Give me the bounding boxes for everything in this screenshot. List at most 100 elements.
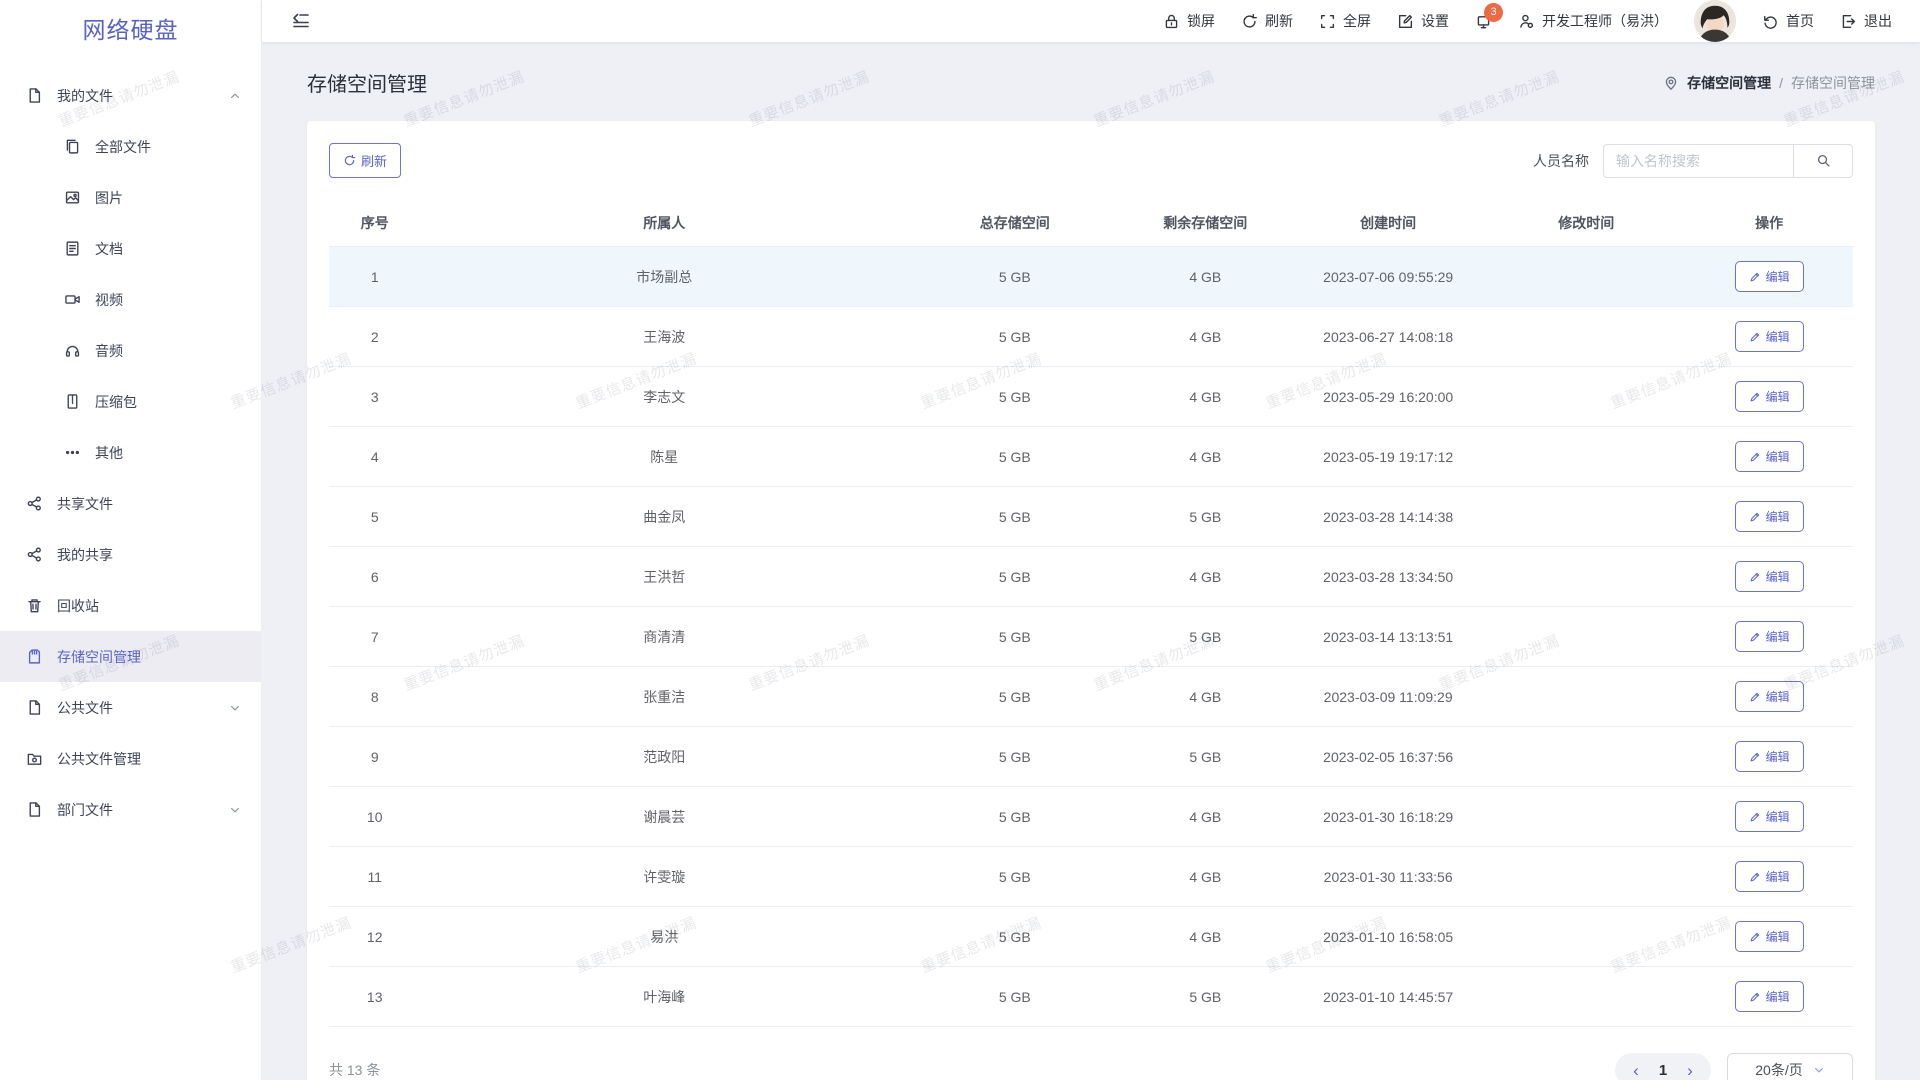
cell-owner: 张重洁 bbox=[420, 667, 908, 727]
edit-button[interactable]: 编辑 bbox=[1735, 321, 1804, 352]
fullscreen-icon bbox=[1319, 13, 1336, 30]
pager: ‹ 1 › bbox=[1615, 1053, 1711, 1080]
cell-created: 2023-06-27 14:08:18 bbox=[1289, 307, 1487, 367]
edit-button[interactable]: 编辑 bbox=[1735, 681, 1804, 712]
sidebar-item-archives[interactable]: 压缩包 bbox=[0, 376, 261, 427]
page-title: 存储空间管理 bbox=[307, 68, 427, 97]
edit-button[interactable]: 编辑 bbox=[1735, 801, 1804, 832]
cell-index: 12 bbox=[329, 907, 420, 967]
image-icon bbox=[64, 189, 81, 206]
breadcrumb-separator: / bbox=[1779, 75, 1783, 91]
notification-button[interactable]: 3 bbox=[1475, 13, 1492, 30]
cell-owner: 易洪 bbox=[420, 907, 908, 967]
cell-actions: 编辑 bbox=[1685, 547, 1853, 607]
pencil-icon bbox=[1749, 991, 1761, 1003]
breadcrumb-root[interactable]: 存储空间管理 bbox=[1687, 73, 1771, 93]
cell-total: 5 GB bbox=[908, 427, 1121, 487]
video-icon bbox=[64, 291, 81, 308]
sidebar-item-images[interactable]: 图片 bbox=[0, 172, 261, 223]
sidebar-item-shared-files[interactable]: 共享文件 bbox=[0, 478, 261, 529]
edit-button[interactable]: 编辑 bbox=[1735, 621, 1804, 652]
edit-button[interactable]: 编辑 bbox=[1735, 561, 1804, 592]
edit-button[interactable]: 编辑 bbox=[1735, 861, 1804, 892]
current-page[interactable]: 1 bbox=[1649, 1062, 1677, 1079]
search-button[interactable] bbox=[1793, 144, 1853, 178]
search-input[interactable] bbox=[1603, 144, 1793, 178]
sidebar-item-dept-files[interactable]: 部门文件 bbox=[0, 784, 261, 835]
sidebar-item-label: 部门文件 bbox=[57, 800, 229, 820]
pencil-icon bbox=[1749, 331, 1761, 343]
table-row: 12易洪5 GB4 GB2023-01-10 16:58:05编辑 bbox=[329, 907, 1853, 967]
sidebar-item-label: 公共文件 bbox=[57, 698, 229, 718]
sidebar-item-my-files[interactable]: 我的文件 bbox=[0, 70, 261, 121]
prev-page-button[interactable]: ‹ bbox=[1623, 1055, 1649, 1080]
table-refresh-button[interactable]: 刷新 bbox=[329, 143, 401, 178]
refresh-button[interactable]: 刷新 bbox=[1241, 11, 1293, 31]
cell-created: 2023-01-30 11:33:56 bbox=[1289, 847, 1487, 907]
edit-button[interactable]: 编辑 bbox=[1735, 741, 1804, 772]
column-header: 所属人 bbox=[420, 200, 908, 247]
cell-index: 11 bbox=[329, 847, 420, 907]
cell-remaining: 5 GB bbox=[1121, 487, 1289, 547]
sidebar-item-audio[interactable]: 音频 bbox=[0, 325, 261, 376]
pencil-icon bbox=[1749, 451, 1761, 463]
table-row: 10谢晨芸5 GB4 GB2023-01-30 16:18:29编辑 bbox=[329, 787, 1853, 847]
edit-button[interactable]: 编辑 bbox=[1735, 981, 1804, 1012]
cell-remaining: 4 GB bbox=[1121, 847, 1289, 907]
cell-created: 2023-03-28 13:34:50 bbox=[1289, 547, 1487, 607]
settings-button[interactable]: 设置 bbox=[1397, 11, 1449, 31]
column-header: 修改时间 bbox=[1487, 200, 1685, 247]
topbar-actions: 锁屏 刷新 全屏 bbox=[1163, 0, 1892, 42]
logout-button[interactable]: 退出 bbox=[1840, 11, 1892, 31]
pencil-icon bbox=[1749, 631, 1761, 643]
pencil-icon bbox=[1749, 751, 1761, 763]
sidebar-item-videos[interactable]: 视频 bbox=[0, 274, 261, 325]
sidebar-item-label: 公共文件管理 bbox=[57, 749, 241, 769]
pencil-icon bbox=[1749, 571, 1761, 583]
cell-remaining: 4 GB bbox=[1121, 907, 1289, 967]
pencil-icon bbox=[1749, 691, 1761, 703]
lock-screen-button[interactable]: 锁屏 bbox=[1163, 11, 1215, 31]
pencil-icon bbox=[1749, 391, 1761, 403]
trash-icon bbox=[26, 597, 43, 614]
sidebar-collapse-icon[interactable] bbox=[290, 10, 312, 32]
next-page-button[interactable]: › bbox=[1677, 1055, 1703, 1080]
table-row: 5曲金凤5 GB5 GB2023-03-28 14:14:38编辑 bbox=[329, 487, 1853, 547]
edit-button[interactable]: 编辑 bbox=[1735, 381, 1804, 412]
sidebar-item-public-files[interactable]: 公共文件 bbox=[0, 682, 261, 733]
table-row: 2王海波5 GB4 GB2023-06-27 14:08:18编辑 bbox=[329, 307, 1853, 367]
sidebar-item-documents[interactable]: 文档 bbox=[0, 223, 261, 274]
avatar-image bbox=[1694, 0, 1736, 42]
page-size-select[interactable]: 20条/页 bbox=[1727, 1053, 1853, 1080]
folder-manage-icon bbox=[26, 750, 43, 767]
sidebar-item-label: 其他 bbox=[95, 443, 241, 463]
user-info[interactable]: 开发工程师（易洪） bbox=[1518, 11, 1668, 31]
avatar[interactable] bbox=[1694, 0, 1736, 42]
sidebar-item-others[interactable]: 其他 bbox=[0, 427, 261, 478]
table-row: 11许雯璇5 GB4 GB2023-01-30 11:33:56编辑 bbox=[329, 847, 1853, 907]
sidebar-item-all-files[interactable]: 全部文件 bbox=[0, 121, 261, 172]
edit-button[interactable]: 编辑 bbox=[1735, 501, 1804, 532]
pencil-icon bbox=[1749, 871, 1761, 883]
cell-modified bbox=[1487, 367, 1685, 427]
cell-modified bbox=[1487, 667, 1685, 727]
content-card: 刷新 人员名称 序号所属人总存储空间剩余存储空间创建 bbox=[307, 121, 1875, 1080]
edit-button[interactable]: 编辑 bbox=[1735, 261, 1804, 292]
edit-button[interactable]: 编辑 bbox=[1735, 441, 1804, 472]
cell-actions: 编辑 bbox=[1685, 727, 1853, 787]
cell-index: 10 bbox=[329, 787, 420, 847]
cell-actions: 编辑 bbox=[1685, 787, 1853, 847]
pencil-icon bbox=[1749, 511, 1761, 523]
refresh-icon bbox=[1241, 13, 1258, 30]
cell-remaining: 5 GB bbox=[1121, 727, 1289, 787]
cell-created: 2023-03-09 11:09:29 bbox=[1289, 667, 1487, 727]
pencil-icon bbox=[1749, 271, 1761, 283]
home-button[interactable]: 首页 bbox=[1762, 11, 1814, 31]
sidebar-item-my-shares[interactable]: 我的共享 bbox=[0, 529, 261, 580]
fullscreen-button[interactable]: 全屏 bbox=[1319, 11, 1371, 31]
sidebar-item-recycle-bin[interactable]: 回收站 bbox=[0, 580, 261, 631]
sidebar-item-storage-mgmt[interactable]: 存储空间管理 bbox=[0, 631, 261, 682]
cell-actions: 编辑 bbox=[1685, 487, 1853, 547]
sidebar-item-public-file-mgmt[interactable]: 公共文件管理 bbox=[0, 733, 261, 784]
edit-button[interactable]: 编辑 bbox=[1735, 921, 1804, 952]
